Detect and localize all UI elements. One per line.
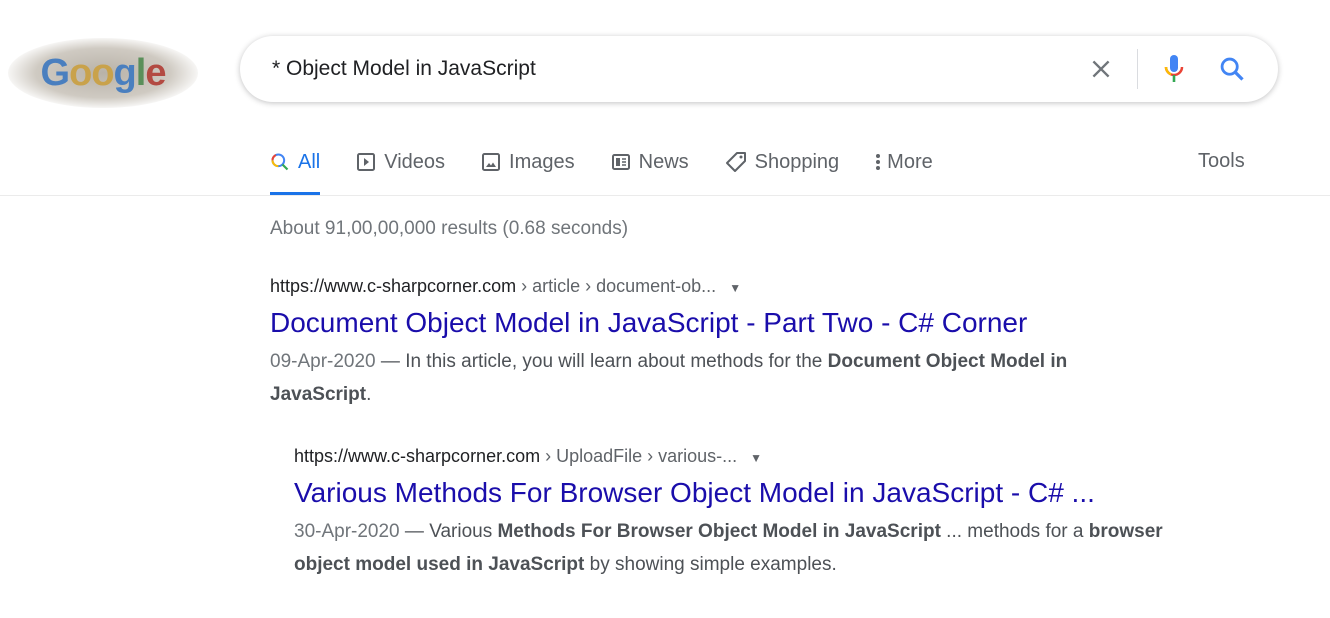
tab-more[interactable]: More [875,150,933,174]
snippet-text: ... methods for a [940,521,1089,542]
result-title-link[interactable]: Document Object Model in JavaScript - Pa… [270,307,1170,339]
play-icon [357,153,376,171]
tab-label: Videos [384,150,446,173]
result-domain: https://www.c-sharpcorner.com [270,276,517,296]
caret-down-icon[interactable]: ▼ [729,281,741,295]
divider [0,195,1330,196]
close-icon [1092,60,1110,78]
search-box [240,36,1278,102]
voice-search-button[interactable] [1162,53,1186,90]
tab-all[interactable]: All [270,150,321,195]
caret-down-icon[interactable]: ▼ [750,451,762,465]
clear-button[interactable] [1088,56,1114,82]
tab-label: Images [509,150,575,173]
tab-label: News [638,150,689,173]
result-url[interactable]: https://www.c-sharpcorner.com › article … [270,276,1170,297]
tag-icon [725,152,746,172]
google-doodle-logo[interactable]: Google [8,38,198,108]
result-snippet: 30-Apr-2020 — Various Methods For Browse… [294,515,1194,581]
result-url[interactable]: https://www.c-sharpcorner.com › UploadFi… [294,446,1194,467]
search-result-indented: https://www.c-sharpcorner.com › UploadFi… [294,446,1194,581]
news-icon [611,154,630,170]
snippet-text: Various [429,521,498,542]
snippet-text: . [366,384,372,405]
microphone-icon [1164,55,1184,82]
snippet-text: by showing simple examples. [584,554,837,575]
separator: — [375,351,406,372]
separator: — [399,521,430,542]
result-path: › UploadFile › various-... [540,446,738,466]
search-tabs: All Videos Images News Shopping More [270,150,969,195]
result-date: 30-Apr-2020 [294,521,400,542]
tools-button[interactable]: Tools [1198,150,1245,173]
result-domain: https://www.c-sharpcorner.com [294,446,541,466]
result-date: 09-Apr-2020 [270,351,376,372]
search-input[interactable] [272,57,1052,81]
tab-label: All [298,150,321,173]
image-icon [482,153,501,171]
tab-label: More [887,150,933,173]
tab-news[interactable]: News [611,150,689,174]
tab-images[interactable]: Images [481,150,575,174]
snippet-text: In this article, you will learn about me… [405,351,828,372]
dots-vertical-icon [876,154,881,170]
search-icon [271,153,289,171]
search-result: https://www.c-sharpcorner.com › article … [270,276,1170,411]
snippet-bold: Methods For Browser Object Model in Java… [497,521,941,542]
search-icon [1220,57,1244,81]
tab-videos[interactable]: Videos [356,150,445,174]
tab-label: Shopping [754,150,840,173]
tab-shopping[interactable]: Shopping [725,150,840,174]
result-path: › article › document-ob... [516,276,717,296]
divider [1137,49,1138,89]
result-snippet: 09-Apr-2020 — In this article, you will … [270,345,1170,411]
result-stats: About 91,00,00,000 results (0.68 seconds… [270,218,629,239]
search-button[interactable] [1218,55,1246,88]
result-title-link[interactable]: Various Methods For Browser Object Model… [294,477,1194,509]
